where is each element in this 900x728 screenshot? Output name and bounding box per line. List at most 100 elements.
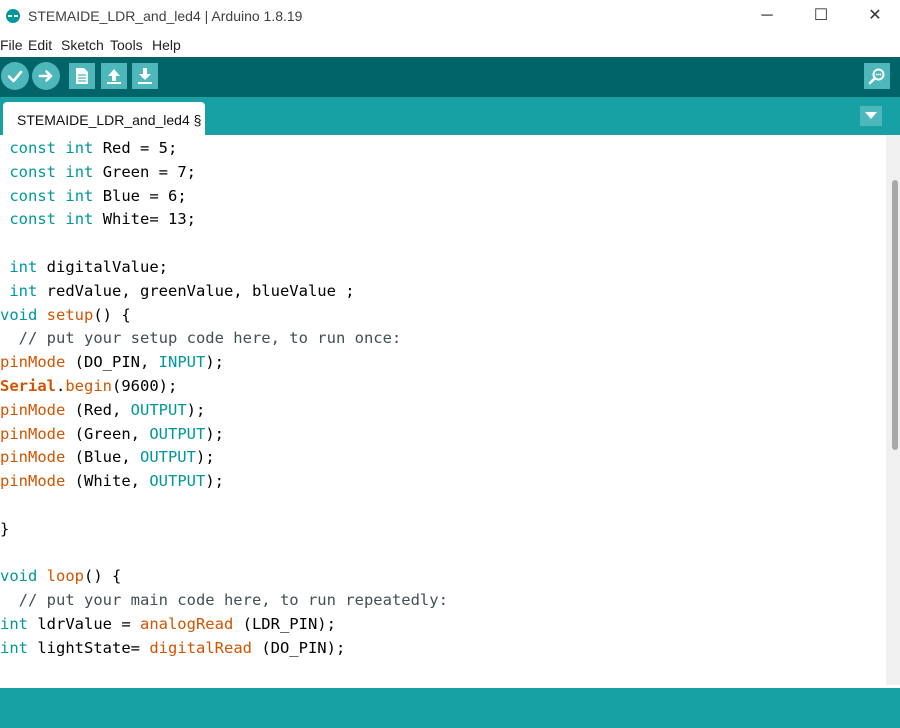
code-token: ); <box>195 448 215 467</box>
code-token: int <box>65 162 94 181</box>
serial-monitor-button[interactable] <box>864 63 890 89</box>
code-line[interactable]: pinMode (Green, OUTPUT); <box>0 422 224 446</box>
code-token: OUTPUT <box>149 472 206 491</box>
code-token: void <box>0 567 38 586</box>
menu-edit[interactable]: Edit <box>28 37 52 53</box>
code-token: Blue = 6; <box>93 186 187 205</box>
code-token: ldrValue = <box>28 615 140 633</box>
code-token: int <box>9 258 38 276</box>
code-line[interactable]: pinMode (White, OUTPUT); <box>0 469 224 493</box>
code-token: digitalValue; <box>37 258 168 276</box>
code-token: (Green, <box>65 424 150 443</box>
save-button[interactable] <box>132 63 158 89</box>
new-icon <box>76 68 88 84</box>
code-token: OUTPUT <box>149 424 206 443</box>
code-token: const <box>9 210 57 229</box>
code-token: // put your setup code here, to run once… <box>0 329 402 348</box>
code-token: int <box>65 139 94 157</box>
code-token: ); <box>205 353 224 372</box>
open-icon <box>107 69 121 84</box>
code-token: (DO_PIN, <box>65 353 159 372</box>
code-token: pinMode <box>0 353 66 372</box>
toolbar <box>0 57 900 97</box>
code-token: pinMode <box>0 424 66 443</box>
menu-sketch[interactable]: Sketch <box>61 37 104 53</box>
code-line[interactable]: pinMode (DO_PIN, INPUT); <box>0 350 224 374</box>
code-line[interactable]: } <box>0 517 9 541</box>
code-line[interactable]: void loop() { <box>0 564 121 588</box>
code-token: Red = 5; <box>93 139 178 157</box>
menu-bar: File Edit Sketch Tools Help <box>0 33 900 57</box>
code-line[interactable]: int digitalValue; <box>0 255 168 279</box>
code-line[interactable]: int lightState= digitalRead (DO_PIN); <box>0 636 345 660</box>
close-button[interactable]: ✕ <box>852 0 898 32</box>
code-line[interactable]: pinMode (Blue, OUTPUT); <box>0 445 215 469</box>
new-button[interactable] <box>69 63 95 89</box>
window-title: STEMAIDE_LDR_and_led4 | Arduino 1.8.19 <box>28 8 303 24</box>
code-line[interactable]: const int White= 13; <box>0 207 196 231</box>
menu-file[interactable]: File <box>0 37 23 53</box>
code-token: } <box>0 519 10 538</box>
menu-help[interactable]: Help <box>152 37 181 53</box>
code-line[interactable]: int ldrValue = analogRead (LDR_PIN); <box>0 612 336 636</box>
vertical-scrollbar[interactable] <box>886 135 900 685</box>
code-token: pinMode <box>0 472 66 491</box>
verify-button[interactable] <box>1 62 29 90</box>
tab-bar: STEMAIDE_LDR_and_led4 § <box>0 97 900 135</box>
code-line[interactable]: pinMode (Red, OUTPUT); <box>0 398 205 422</box>
code-token: pinMode <box>0 448 66 467</box>
code-token: () { <box>93 305 131 324</box>
code-line[interactable]: // put your setup code here, to run once… <box>0 326 402 350</box>
code-line[interactable]: const int Red = 5; <box>0 136 177 160</box>
code-token: loop <box>46 567 84 586</box>
scrollbar-thumb[interactable] <box>892 180 898 450</box>
code-editor[interactable]: const int Red = 5; const int Green = 7; … <box>0 135 886 685</box>
upload-icon <box>38 70 53 82</box>
chevron-down-icon <box>865 112 877 119</box>
code-token: (LDR_PIN); <box>233 615 336 633</box>
title-bar: STEMAIDE_LDR_and_led4 | Arduino 1.8.19 ─… <box>0 0 900 33</box>
open-button[interactable] <box>101 63 127 89</box>
code-token: ); <box>205 424 224 443</box>
code-token: INPUT <box>158 353 206 372</box>
code-token: (DO_PIN); <box>251 638 346 657</box>
code-token: Serial <box>0 377 56 395</box>
minimize-button[interactable]: ─ <box>744 0 790 32</box>
menu-tools[interactable]: Tools <box>110 37 143 53</box>
code-line[interactable]: Serial.begin(9600); <box>0 374 177 398</box>
code-token: int <box>65 186 94 205</box>
upload-button[interactable] <box>32 62 60 90</box>
code-line[interactable]: const int Green = 7; <box>0 160 196 184</box>
code-token: analogRead <box>139 615 234 633</box>
code-line[interactable]: int redValue, greenValue, blueValue ; <box>0 279 355 303</box>
serial-monitor-icon <box>868 68 885 85</box>
code-token: White= 13; <box>93 210 197 229</box>
code-token: (Blue, <box>65 448 140 467</box>
code-token: const <box>9 186 57 205</box>
code-line[interactable]: void setup() { <box>0 303 131 327</box>
code-token: redValue, greenValue, blueValue ; <box>37 281 355 300</box>
code-token: () { <box>84 567 122 586</box>
maximize-button[interactable]: ☐ <box>798 0 844 32</box>
code-token: digitalRead <box>149 638 252 657</box>
code-token: setup <box>46 305 94 324</box>
code-token: int <box>65 210 94 229</box>
code-token: ); <box>186 400 206 419</box>
code-token: Green = 7; <box>93 162 197 181</box>
code-line[interactable]: const int Blue = 6; <box>0 184 187 208</box>
tab-sketch[interactable]: STEMAIDE_LDR_and_led4 § <box>3 102 205 135</box>
tab-menu-button[interactable] <box>860 106 882 126</box>
code-token: int <box>9 281 38 300</box>
status-bar <box>0 688 900 728</box>
code-line[interactable]: // put your main code here, to run repea… <box>0 588 448 612</box>
